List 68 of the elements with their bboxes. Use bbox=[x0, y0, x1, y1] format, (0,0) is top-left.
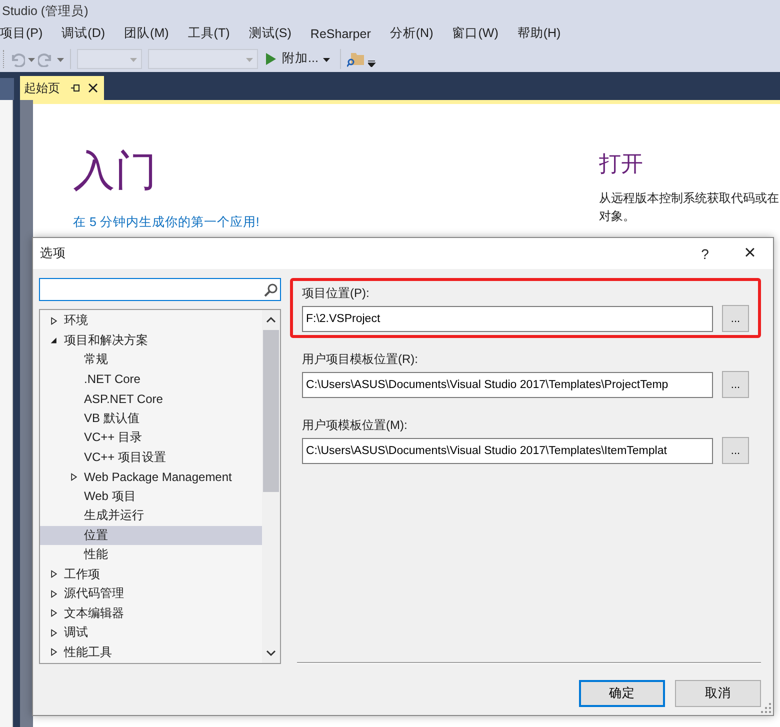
menu-item[interactable]: 工具(T) bbox=[188, 25, 239, 42]
scrollbar[interactable] bbox=[262, 310, 280, 663]
menu-item[interactable]: 调试(D) bbox=[62, 25, 114, 42]
folder-search-icon[interactable] bbox=[347, 50, 366, 66]
section-heading: 打开 bbox=[599, 150, 644, 178]
field-label: 用户项模板位置(M): bbox=[302, 417, 408, 434]
tree-item[interactable]: 环境 bbox=[40, 311, 262, 330]
scroll-thumb[interactable] bbox=[263, 330, 279, 492]
collapsed-icon[interactable] bbox=[50, 647, 58, 658]
document-tab[interactable]: 起始页 bbox=[20, 76, 104, 100]
scroll-down-icon[interactable] bbox=[266, 649, 276, 657]
resize-grip-icon[interactable] bbox=[761, 703, 771, 713]
tree-item[interactable]: VC++ 项目设置 bbox=[40, 448, 262, 467]
close-button[interactable]: × bbox=[727, 238, 773, 269]
collapsed-icon[interactable] bbox=[50, 628, 58, 638]
play-icon[interactable] bbox=[265, 52, 277, 66]
close-icon[interactable] bbox=[88, 83, 98, 93]
attach-button[interactable]: 附加... bbox=[261, 48, 334, 70]
menu-item[interactable]: 分析(N) bbox=[390, 25, 442, 42]
menu-item[interactable]: 窗口(W) bbox=[452, 25, 508, 42]
cancel-button[interactable]: 取消 bbox=[675, 680, 761, 707]
path-field[interactable]: C:\Users\ASUS\Documents\Visual Studio 2017\Templates\ProjectTemp bbox=[302, 372, 713, 398]
tree-item[interactable]: 源代码管理 bbox=[40, 584, 262, 604]
tree-item[interactable]: 性能工具 bbox=[40, 642, 262, 662]
tree-item[interactable]: Web Package Management bbox=[40, 467, 262, 486]
menu-item[interactable]: 测试(S) bbox=[248, 25, 300, 42]
tree-item[interactable]: 位置 bbox=[40, 526, 262, 545]
menu-item[interactable]: 帮助(H) bbox=[517, 25, 570, 42]
tree-item[interactable]: 性能 bbox=[40, 545, 262, 564]
tree-item[interactable]: VC++ 目录 bbox=[40, 428, 262, 448]
collapsed-icon[interactable] bbox=[50, 608, 58, 618]
ok-button[interactable]: 确定 bbox=[579, 680, 665, 707]
collapsed-icon[interactable] bbox=[70, 472, 78, 482]
tree-item[interactable]: 调试 bbox=[40, 623, 262, 642]
collapsed-icon[interactable] bbox=[50, 569, 58, 580]
window-title: Studio (管理员) bbox=[2, 2, 88, 20]
tree-item[interactable]: 常规 bbox=[40, 350, 262, 370]
tree-item[interactable]: ASP.NET Core bbox=[40, 389, 262, 408]
page-heading: 入门 bbox=[73, 150, 158, 192]
field-label: 项目位置(P): bbox=[302, 285, 370, 302]
path-field[interactable]: F:\2.VSProject bbox=[302, 306, 713, 332]
dialog-title: 选项 bbox=[40, 245, 66, 262]
tree-item[interactable]: .NET Core bbox=[40, 370, 262, 389]
tree-item[interactable]: Web 项目 bbox=[40, 486, 262, 506]
collapsed-icon[interactable] bbox=[50, 588, 58, 599]
search-icon[interactable] bbox=[264, 282, 278, 296]
pin-icon[interactable] bbox=[70, 83, 80, 93]
tree-item[interactable]: VB 默认值 bbox=[40, 408, 262, 428]
browse-button[interactable]: ... bbox=[722, 371, 749, 398]
description-text: 从远程版本控制系统获取代码或在 bbox=[599, 190, 780, 207]
browse-button[interactable]: ... bbox=[722, 305, 749, 332]
scroll-up-icon[interactable] bbox=[266, 316, 276, 324]
menu-item[interactable]: ReSharper bbox=[310, 26, 380, 40]
field-label: 用户项目模板位置(R): bbox=[302, 351, 419, 368]
browse-button[interactable]: ... bbox=[722, 437, 749, 464]
path-field[interactable]: C:\Users\ASUS\Documents\Visual Studio 2017\Templates\ItemTemplat bbox=[302, 438, 713, 464]
help-button[interactable]: ? bbox=[683, 238, 727, 269]
search-field[interactable] bbox=[39, 278, 281, 301]
menu-item[interactable]: 团队(M) bbox=[124, 25, 178, 42]
collapsed-icon[interactable] bbox=[50, 316, 58, 326]
tree-item[interactable]: 生成并运行 bbox=[40, 506, 262, 526]
tutorial-link[interactable]: 在 5 分钟内生成你的第一个应用! bbox=[73, 214, 260, 231]
tree-item[interactable]: 文本编辑器 bbox=[40, 604, 262, 623]
menu-item[interactable]: 项目(P) bbox=[0, 25, 52, 42]
tree-item[interactable]: 项目和解决方案 bbox=[40, 330, 262, 350]
description-text: 对象。 bbox=[599, 208, 636, 225]
expanded-icon[interactable] bbox=[50, 335, 58, 346]
tree-item[interactable]: 工作项 bbox=[40, 564, 262, 584]
